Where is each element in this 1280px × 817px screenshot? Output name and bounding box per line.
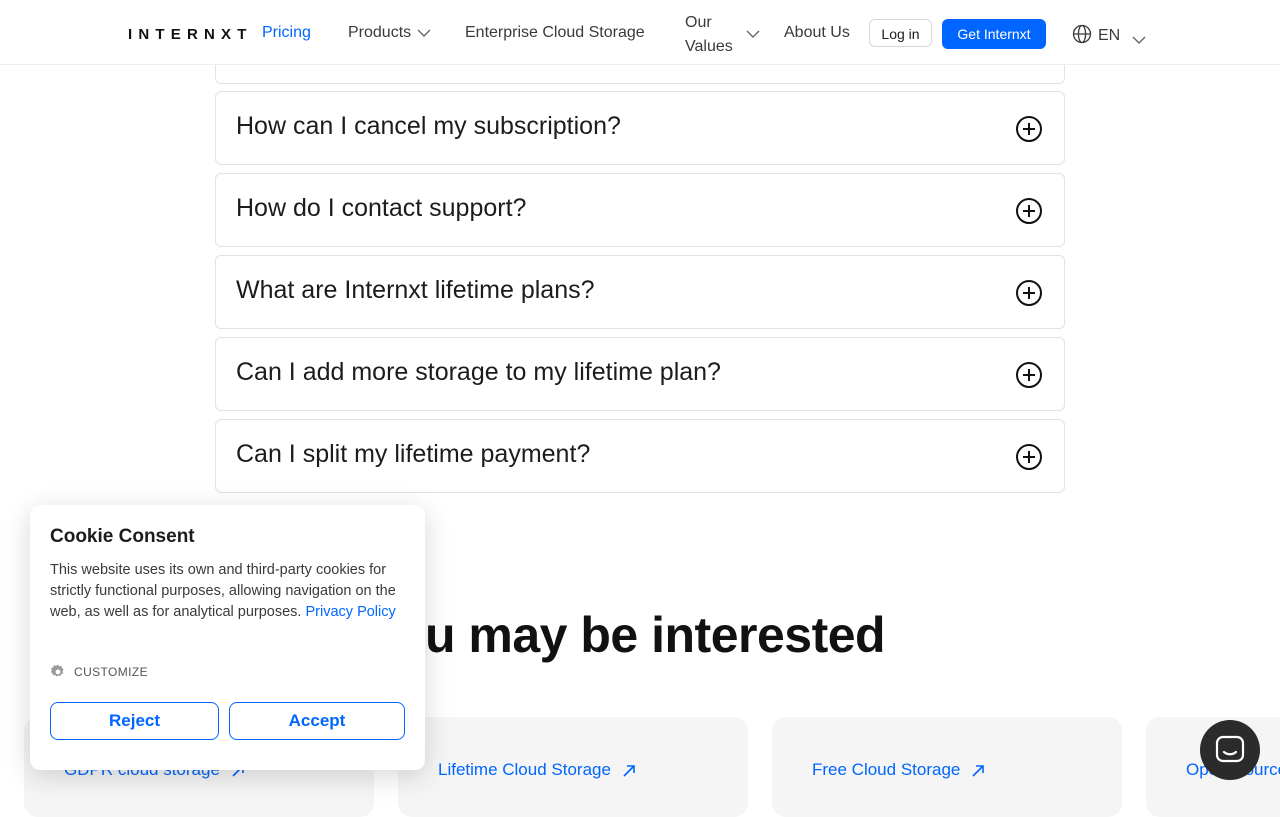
faq-item-support[interactable]: How do I contact support?: [215, 173, 1065, 247]
nav-products-label: Products: [348, 24, 412, 41]
chevron-down-icon: [746, 30, 760, 38]
logo[interactable]: INTERNXT: [128, 26, 253, 43]
cookie-title: Cookie Consent: [50, 526, 195, 547]
chevron-down-icon: [1132, 36, 1146, 44]
card-label: Free Cloud Storage: [812, 760, 961, 779]
chevron-down-icon: [417, 29, 431, 37]
faq-item-split-payment[interactable]: Can I split my lifetime payment?: [215, 419, 1065, 493]
card-label: Lifetime Cloud Storage: [438, 760, 611, 779]
plus-circle-icon[interactable]: [1015, 115, 1043, 143]
reject-button[interactable]: Reject: [50, 702, 219, 740]
language-label: EN: [1098, 27, 1121, 44]
nav-enterprise[interactable]: Enterprise Cloud Storage: [465, 24, 645, 42]
login-button[interactable]: Log in: [869, 19, 932, 47]
faq-question: How can I cancel my subscription?: [236, 112, 621, 140]
accept-button[interactable]: Accept: [229, 702, 405, 740]
card-lifetime[interactable]: Lifetime Cloud Storage: [398, 717, 748, 817]
faq-question: What are Internxt lifetime plans?: [236, 276, 595, 304]
customize-label: CUSTOMIZE: [74, 665, 149, 679]
faq-question: Can I add more storage to my lifetime pl…: [236, 358, 721, 386]
nav-pricing[interactable]: Pricing: [262, 24, 311, 42]
faq-item-cancel[interactable]: How can I cancel my subscription?: [215, 91, 1065, 165]
arrow-up-right-icon: [972, 765, 985, 777]
faq-item-add-storage[interactable]: Can I add more storage to my lifetime pl…: [215, 337, 1065, 411]
privacy-policy-link[interactable]: Privacy Policy: [306, 604, 396, 620]
nav-values[interactable]: Our Values: [685, 11, 745, 59]
plus-circle-icon[interactable]: [1015, 443, 1043, 471]
plus-circle-icon[interactable]: [1015, 361, 1043, 389]
get-internxt-button[interactable]: Get Internxt: [942, 19, 1046, 49]
card-free[interactable]: Free Cloud Storage: [772, 717, 1122, 817]
card-link[interactable]: Free Cloud Storage: [812, 760, 985, 780]
customize-button[interactable]: CUSTOMIZE: [50, 664, 148, 680]
arrow-up-right-icon: [623, 765, 635, 777]
globe-icon: [1072, 24, 1092, 44]
faq-question: Can I split my lifetime payment?: [236, 440, 591, 468]
plus-circle-icon[interactable]: [1015, 279, 1043, 307]
faq-item-lifetime[interactable]: What are Internxt lifetime plans?: [215, 255, 1065, 329]
cookie-text: This website uses its own and third-part…: [50, 560, 405, 623]
site-header: INTERNXT Pricing Products Enterprise Clo…: [0, 0, 1280, 65]
plus-circle-icon[interactable]: [1015, 197, 1043, 225]
faq-question: How do I contact support?: [236, 194, 527, 222]
gear-icon: [50, 664, 64, 677]
card-link[interactable]: Lifetime Cloud Storage: [438, 760, 635, 780]
chat-icon: [1215, 735, 1245, 763]
nav-products[interactable]: Products: [348, 24, 431, 42]
nav-about[interactable]: About Us: [784, 24, 850, 42]
chat-button[interactable]: [1200, 720, 1260, 780]
cookie-consent-dialog: Cookie Consent This website uses its own…: [30, 505, 425, 770]
language-selector[interactable]: EN: [1072, 24, 1152, 45]
